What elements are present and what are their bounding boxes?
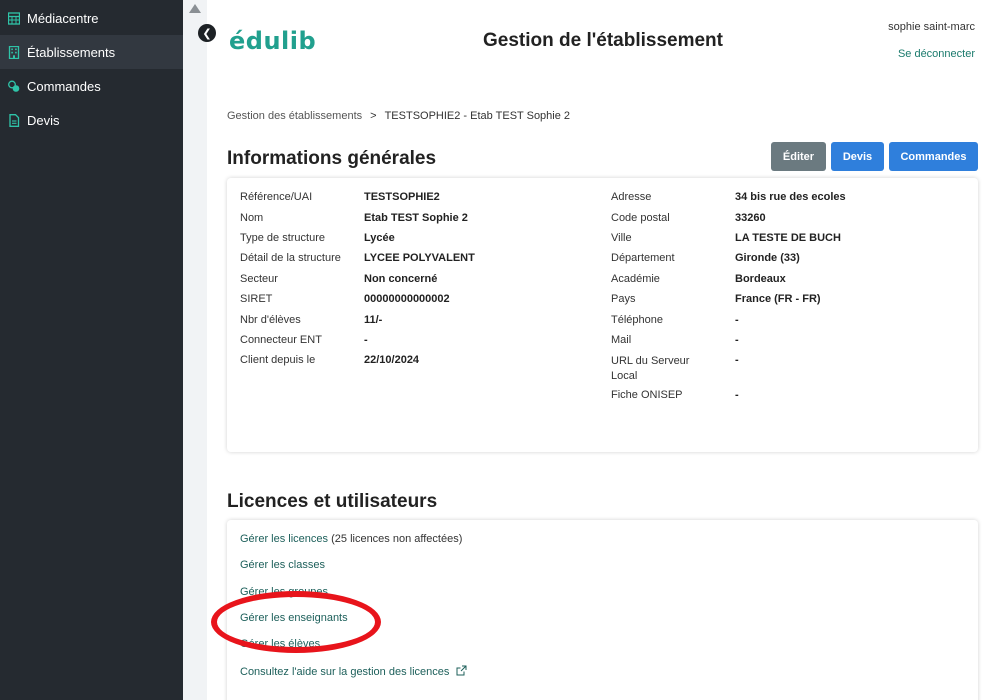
table-icon bbox=[8, 11, 20, 25]
info-card: Référence/UAI TESTSOPHIE2 Nom Etab TEST … bbox=[227, 178, 978, 452]
chevron-left-icon: ❮ bbox=[202, 27, 212, 40]
field-value: France (FR - FR) bbox=[735, 293, 821, 305]
field-label: Académie bbox=[611, 273, 660, 285]
breadcrumb-parent[interactable]: Gestion des établissements bbox=[227, 110, 362, 122]
field-label: Type de structure bbox=[240, 232, 325, 244]
edit-button[interactable]: Éditer bbox=[771, 142, 826, 171]
field-value: TESTSOPHIE2 bbox=[364, 191, 440, 203]
field-label: Nom bbox=[240, 212, 264, 224]
field-label: Fiche ONISEP bbox=[611, 389, 683, 401]
user-name: sophie saint-marc bbox=[888, 21, 975, 33]
field-label: Adresse bbox=[611, 191, 652, 203]
sidebar-item-label: Devis bbox=[27, 112, 60, 128]
field-value: Etab TEST Sophie 2 bbox=[364, 212, 468, 224]
field-value: - bbox=[364, 334, 368, 346]
field-label: Référence/UAI bbox=[240, 191, 313, 203]
coins-icon bbox=[8, 80, 20, 93]
field-label: Pays bbox=[611, 293, 636, 305]
licences-card: Gérer les licences (25 licences non affe… bbox=[227, 520, 978, 700]
field-value: Lycée bbox=[364, 232, 395, 244]
field-label: Détail de la structure bbox=[240, 252, 341, 264]
field-label: Connecteur ENT bbox=[240, 334, 322, 346]
field-value: Bordeaux bbox=[735, 273, 786, 285]
sidebar-item-label: Médiacentre bbox=[27, 10, 99, 26]
field-value: - bbox=[735, 334, 739, 346]
field-label: SIRET bbox=[240, 293, 273, 305]
field-value: - bbox=[735, 354, 739, 366]
field-value: 11/- bbox=[364, 314, 383, 326]
scrollbar-track[interactable] bbox=[183, 0, 207, 700]
field-value: LA TESTE DE BUCH bbox=[735, 232, 841, 244]
manage-teachers-link[interactable]: Gérer les enseignants bbox=[240, 612, 348, 624]
field-label: Département bbox=[611, 252, 675, 264]
breadcrumb-separator: > bbox=[370, 110, 377, 122]
field-value: 00000000000002 bbox=[364, 293, 450, 305]
page-title: Gestion de l'établissement bbox=[483, 30, 723, 51]
licences-note: (25 licences non affectées) bbox=[331, 533, 463, 545]
field-value: 22/10/2024 bbox=[364, 354, 420, 366]
field-value: 33260 bbox=[735, 212, 766, 224]
field-value: Non concerné bbox=[364, 273, 438, 285]
logo: édulib bbox=[229, 27, 317, 55]
sidebar-item-label: Commandes bbox=[27, 78, 101, 94]
sidebar-item-mediacentre[interactable]: Médiacentre bbox=[0, 1, 183, 35]
scroll-up-arrow-icon[interactable] bbox=[189, 4, 201, 13]
breadcrumb: Gestion des établissements > TESTSOPHIE2… bbox=[227, 110, 570, 122]
field-value: LYCEE POLYVALENT bbox=[364, 252, 475, 264]
field-label: Ville bbox=[611, 232, 632, 244]
field-label: Nbr d'élèves bbox=[240, 314, 301, 326]
sidebar-item-label: Établissements bbox=[27, 44, 116, 60]
file-icon bbox=[8, 113, 20, 127]
breadcrumb-current: TESTSOPHIE2 - Etab TEST Sophie 2 bbox=[384, 110, 571, 122]
manage-licences-row: Gérer les licences (25 licences non affe… bbox=[240, 533, 462, 545]
field-value: 34 bis rue des ecoles bbox=[735, 191, 846, 203]
field-label: Mail bbox=[611, 334, 632, 346]
field-label: URL du Serveur Local bbox=[611, 355, 690, 382]
sidebar: Médiacentre Établissements Commandes Dev… bbox=[0, 0, 183, 700]
field-value: - bbox=[735, 389, 739, 401]
manage-students-link[interactable]: Gérer les élèves bbox=[240, 638, 320, 650]
licences-help-link[interactable]: Consultez l'aide sur la gestion des lice… bbox=[240, 666, 449, 678]
info-section-title: Informations générales bbox=[227, 148, 437, 169]
manage-groups-link[interactable]: Gérer les groupes bbox=[240, 586, 328, 598]
field-value: - bbox=[735, 314, 739, 326]
building-icon bbox=[8, 45, 20, 59]
sidebar-item-commandes[interactable]: Commandes bbox=[0, 69, 183, 103]
licences-section-title: Licences et utilisateurs bbox=[227, 491, 438, 512]
logout-link[interactable]: Se déconnecter bbox=[898, 48, 975, 60]
help-link-row: Consultez l'aide sur la gestion des lice… bbox=[240, 665, 467, 679]
manage-classes-link[interactable]: Gérer les classes bbox=[240, 559, 325, 571]
external-link-icon bbox=[456, 665, 467, 679]
field-label: Client depuis le bbox=[240, 354, 316, 366]
sidebar-item-devis[interactable]: Devis bbox=[0, 103, 183, 137]
field-label: Téléphone bbox=[611, 314, 663, 326]
sidebar-item-etablissements[interactable]: Établissements bbox=[0, 35, 183, 69]
field-value: Gironde (33) bbox=[735, 252, 800, 264]
manage-licences-link[interactable]: Gérer les licences bbox=[240, 533, 328, 545]
collapse-sidebar-button[interactable]: ❮ bbox=[198, 24, 216, 42]
field-label: Secteur bbox=[240, 273, 278, 285]
commandes-button[interactable]: Commandes bbox=[889, 142, 978, 171]
devis-button[interactable]: Devis bbox=[831, 142, 884, 171]
field-label: Code postal bbox=[611, 212, 670, 224]
